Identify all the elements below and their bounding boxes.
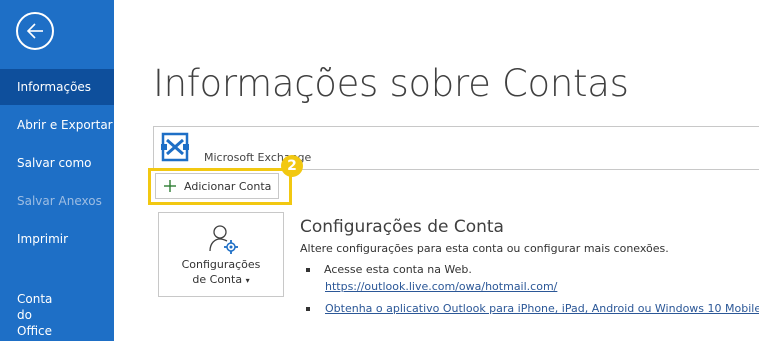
- outlook-web-link[interactable]: https://outlook.live.com/owa/hotmail.com…: [325, 280, 557, 293]
- sidebar-item-informacoes[interactable]: Informações: [0, 69, 114, 105]
- section-description: Altere configurações para esta conta ou …: [300, 242, 669, 255]
- account-settings-label-text: de Conta: [192, 273, 243, 286]
- sidebar-item-label: do: [17, 308, 32, 322]
- plus-icon: [164, 180, 176, 192]
- section-title: Configurações de Conta: [300, 217, 504, 237]
- account-settings-button[interactable]: Configurações de Conta ▾: [158, 212, 284, 297]
- person-gear-icon: [209, 225, 238, 254]
- sidebar-item-abrir-exportar[interactable]: Abrir e Exportar: [0, 118, 114, 133]
- bullet-icon: [306, 307, 310, 311]
- bullet-icon: [306, 268, 310, 272]
- sidebar-item-label: Informações: [17, 80, 92, 94]
- account-selector[interactable]: Microsoft Exchange: [153, 126, 759, 170]
- sidebar-item-label: Abrir e Exportar: [17, 118, 113, 132]
- mobile-app-link[interactable]: Obtenha o aplicativo Outlook para iPhone…: [325, 302, 759, 315]
- sidebar-item-conta-do-office[interactable]: Conta do Office: [0, 291, 114, 339]
- add-account-label: Adicionar Conta: [184, 179, 272, 193]
- sidebar-item-salvar-como[interactable]: Salvar como: [0, 156, 114, 171]
- add-account-button[interactable]: Adicionar Conta: [155, 173, 279, 199]
- step-badge: 2: [281, 155, 303, 177]
- sidebar-item-label: Salvar como: [17, 156, 92, 170]
- account-settings-label-line2: de Conta ▾: [159, 272, 283, 288]
- back-button[interactable]: [16, 12, 54, 50]
- back-arrow-icon: [26, 23, 43, 39]
- sidebar-item-label: Imprimir: [17, 232, 69, 246]
- sidebar-item-salvar-anexos: Salvar Anexos: [0, 194, 114, 209]
- list-item: [306, 302, 324, 315]
- sidebar-item-imprimir[interactable]: Imprimir: [0, 232, 114, 247]
- page-title: Informações sobre Contas: [153, 62, 629, 105]
- account-settings-label-line1: Configurações: [181, 258, 261, 271]
- list-item: Acesse esta conta na Web.: [306, 263, 472, 276]
- exchange-icon: [161, 132, 189, 162]
- bullet-text: Acesse esta conta na Web.: [324, 263, 472, 276]
- caret-down-icon: ▾: [245, 276, 250, 285]
- sidebar-item-label: Salvar Anexos: [17, 194, 102, 208]
- sidebar-item-label: Office: [17, 324, 53, 338]
- sidebar-item-label: Conta: [17, 292, 53, 306]
- backstage-sidebar: Informações Abrir e Exportar Salvar como…: [0, 0, 114, 341]
